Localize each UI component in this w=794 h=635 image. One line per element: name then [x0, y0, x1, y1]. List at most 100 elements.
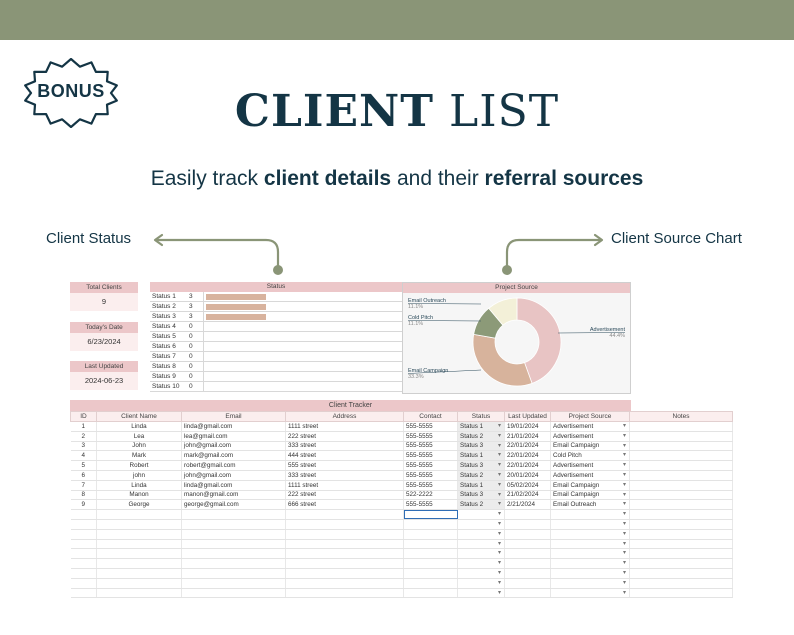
table-cell[interactable]: mark@gmail.com — [181, 450, 286, 462]
table-cell[interactable] — [504, 558, 551, 569]
table-cell[interactable] — [550, 509, 630, 520]
table-cell[interactable]: Status 3 — [457, 460, 505, 471]
table-cell[interactable]: linda@gmail.com — [181, 480, 286, 491]
table-cell[interactable] — [629, 431, 733, 442]
table-cell[interactable]: 333 street — [285, 470, 404, 481]
table-cell[interactable] — [550, 558, 630, 569]
table-row[interactable]: 4 Mark mark@gmail.com 444 street 555-5555 Sta… — [70, 450, 733, 462]
table-cell[interactable] — [629, 578, 733, 589]
table-cell[interactable]: 555-5555 — [403, 480, 458, 491]
table-cell[interactable] — [550, 588, 630, 599]
table-cell[interactable] — [70, 578, 97, 589]
table-cell[interactable] — [403, 568, 458, 579]
table-cell[interactable]: George — [96, 499, 182, 511]
table-cell[interactable] — [181, 588, 286, 599]
table-row[interactable]: 6 john john@gmail.com 333 street 555-5555 Sta… — [70, 470, 733, 481]
table-cell[interactable]: 1111 street — [285, 480, 404, 491]
column-header[interactable]: Last Updated — [504, 411, 551, 422]
table-cell[interactable]: Status 3 — [457, 490, 505, 501]
table-cell[interactable] — [504, 509, 551, 520]
empty-table-row[interactable] — [70, 509, 733, 520]
table-cell[interactable]: Status 1 — [457, 450, 505, 462]
table-cell[interactable] — [550, 529, 630, 540]
table-row[interactable]: 3 John john@gmail.com 333 street 555-5555 Sta… — [70, 441, 733, 452]
table-cell[interactable] — [629, 441, 733, 452]
table-cell[interactable] — [550, 519, 630, 530]
table-cell[interactable]: Lea — [96, 431, 182, 442]
table-cell[interactable]: john@gmail.com — [181, 470, 286, 481]
table-cell[interactable] — [629, 558, 733, 569]
table-cell[interactable]: 20/01/2024 — [504, 470, 551, 481]
table-cell[interactable] — [629, 490, 733, 501]
table-cell[interactable]: Status 2 — [457, 470, 505, 481]
table-cell[interactable]: john — [96, 470, 182, 481]
table-cell[interactable]: 555-5555 — [403, 421, 458, 432]
table-cell[interactable] — [70, 558, 97, 569]
table-cell[interactable] — [457, 558, 505, 569]
table-cell[interactable] — [285, 578, 404, 589]
table-cell[interactable]: 555 street — [285, 460, 404, 471]
column-header[interactable]: Address — [285, 411, 404, 422]
table-cell[interactable] — [181, 548, 286, 560]
table-cell[interactable] — [96, 548, 182, 560]
table-cell[interactable] — [403, 529, 458, 540]
table-cell[interactable]: 555-5555 — [403, 431, 458, 442]
table-cell[interactable]: Advertisement — [550, 421, 630, 432]
table-cell[interactable]: 7 — [70, 480, 97, 491]
table-cell[interactable] — [70, 539, 97, 550]
table-cell[interactable]: 3 — [70, 441, 97, 452]
table-cell[interactable]: Linda — [96, 480, 182, 491]
table-cell[interactable] — [403, 558, 458, 569]
table-cell[interactable]: Advertisement — [550, 431, 630, 442]
table-cell[interactable] — [629, 519, 733, 530]
project-source-chart[interactable]: Project Source Advertisement 44.4% Email C… — [402, 282, 631, 394]
table-cell[interactable] — [181, 519, 286, 530]
table-cell[interactable] — [629, 499, 733, 511]
table-cell[interactable] — [457, 588, 505, 599]
table-cell[interactable] — [629, 568, 733, 579]
table-cell[interactable]: Status 1 — [457, 421, 505, 432]
table-cell[interactable] — [629, 421, 733, 432]
table-cell[interactable] — [504, 539, 551, 550]
table-cell[interactable]: 2 — [70, 431, 97, 442]
table-cell[interactable] — [96, 509, 182, 520]
table-cell[interactable]: 8 — [70, 490, 97, 501]
table-cell[interactable] — [70, 509, 97, 520]
table-cell[interactable]: 1111 street — [285, 421, 404, 432]
table-cell[interactable] — [457, 519, 505, 530]
table-cell[interactable] — [457, 539, 505, 550]
table-cell[interactable] — [70, 568, 97, 579]
table-cell[interactable] — [181, 539, 286, 550]
table-cell[interactable]: Status 2 — [457, 431, 505, 442]
table-cell[interactable] — [96, 529, 182, 540]
table-cell[interactable]: 22/01/2024 — [504, 441, 551, 452]
table-cell[interactable]: 555-5555 — [403, 450, 458, 462]
table-cell[interactable] — [181, 578, 286, 589]
table-cell[interactable] — [629, 480, 733, 491]
table-cell[interactable]: 21/01/2024 — [504, 431, 551, 442]
table-cell[interactable] — [285, 558, 404, 569]
table-cell[interactable]: 555-5555 — [403, 441, 458, 452]
table-cell[interactable] — [550, 578, 630, 589]
table-cell[interactable]: 4 — [70, 450, 97, 462]
table-cell[interactable]: lea@gmail.com — [181, 431, 286, 442]
table-cell[interactable] — [504, 568, 551, 579]
table-cell[interactable] — [629, 529, 733, 540]
table-cell[interactable]: Email Campaign — [550, 490, 630, 501]
column-header[interactable]: Project Source — [550, 411, 630, 422]
table-cell[interactable] — [629, 450, 733, 462]
table-cell[interactable]: 333 street — [285, 441, 404, 452]
column-header[interactable]: ID — [70, 411, 97, 422]
table-cell[interactable]: 5 — [70, 460, 97, 471]
table-cell[interactable] — [181, 529, 286, 540]
table-cell[interactable] — [70, 519, 97, 530]
table-cell[interactable] — [285, 519, 404, 530]
table-cell[interactable]: Email Outreach — [550, 499, 630, 511]
table-cell[interactable]: george@gmail.com — [181, 499, 286, 511]
table-cell[interactable] — [504, 529, 551, 540]
table-cell[interactable] — [285, 529, 404, 540]
table-cell[interactable] — [629, 509, 733, 520]
table-cell[interactable]: john@gmail.com — [181, 441, 286, 452]
table-cell[interactable]: 444 street — [285, 450, 404, 462]
table-cell[interactable] — [70, 529, 97, 540]
